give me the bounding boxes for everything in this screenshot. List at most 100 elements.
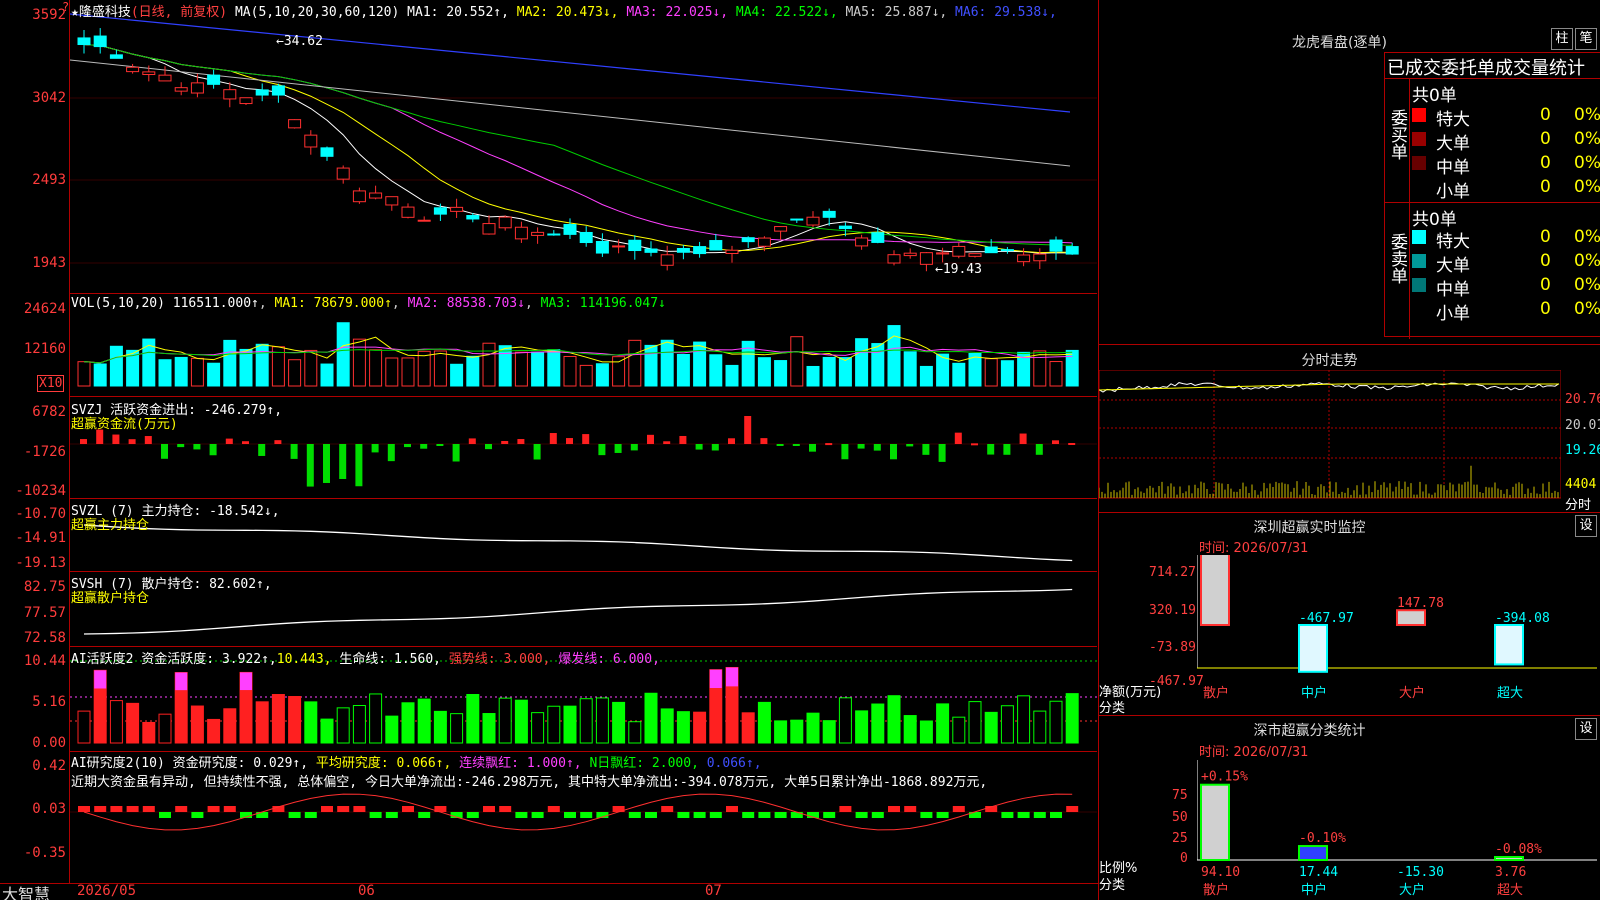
holding-line [83,588,1073,635]
tick-mode-button[interactable]: 笔 [1575,28,1597,50]
flow-bar [371,444,379,453]
class-settings-button[interactable]: 设 [1575,718,1597,740]
ma-value-1: MA1: 20.552↑, [407,5,509,20]
activity-bar [1017,695,1031,744]
volume-header: VOL(5,10,20) 116511.000↑, MA1: 78679.000… [71,296,666,311]
candle [417,219,431,222]
flow-bar [112,434,120,444]
research-bar [1033,812,1046,818]
ai-active-label: AI活跃度2 资金活跃度: 3.922↑, [71,652,277,667]
intraday-axis-label: 19.26 [1565,443,1600,458]
volume-bar [984,358,998,387]
monitor-bar [1494,624,1524,666]
flow-bar [825,443,833,446]
candle [968,253,982,257]
price-header: ★隆盛科技(日线, 前复权) MA(5,10,20,30,60,120) MA1… [71,1,1057,20]
order-color-swatch [1412,156,1426,170]
candle [401,206,415,218]
monitor-bar [1200,555,1230,627]
research-bar [353,806,366,812]
flow-bar [857,444,865,449]
flow-bar [177,444,185,448]
vol-ma2: MA2: 88538.703↓ [407,296,525,311]
flow-bar [776,444,784,446]
ai-research-label: AI研究度2(10) 资金研究度: 0.029↑, [71,756,309,771]
svzl-sub: 超赢主力持仓 [71,518,150,533]
volume-bar [93,363,107,387]
ma-line [70,13,1071,113]
candle [255,89,269,96]
flow-bar [1003,444,1011,455]
candle [223,89,237,100]
research-bar [78,806,90,812]
period-label[interactable]: (日线, 前复权) [131,5,227,20]
volume-bar [725,364,739,387]
research-bar [288,812,301,818]
svzj-axis-label: 6782 [32,404,66,420]
activity-bar [693,711,707,744]
candle [271,85,285,96]
intraday-chart[interactable] [1099,370,1561,510]
candle [757,237,771,247]
order-type-label: 中单 [1436,158,1470,178]
ai-active-v5: 爆发线: 6.000, [558,652,660,667]
order-row: 特大 0 0% [1412,227,1600,252]
flow-bar [404,444,411,448]
research-bar [677,812,690,818]
activity-bar [660,708,674,744]
order-percent: 0% [1574,105,1600,125]
volume-bar [482,342,496,387]
volume-bar [1000,360,1014,387]
activity-bar [482,713,496,744]
candle [1033,253,1047,262]
activity-bar [352,705,366,744]
flow-bar [323,444,330,483]
order-color-swatch [1412,132,1426,146]
research-bar [207,806,220,812]
bar-mode-button[interactable]: 柱 [1551,28,1573,50]
class-axis-label: 75 [1172,788,1188,803]
ai-active-v4: 强势线: 3.000, [448,652,551,667]
intraday-axis-label: 20.76 [1565,392,1600,407]
ma-value-6: MA6: 29.538↓, [947,5,1057,20]
volume-bar [417,350,431,387]
candle [838,225,852,230]
research-bar [661,806,674,812]
candle [1000,249,1014,252]
research-bar [564,812,576,818]
candle [352,190,366,203]
activity-bar [936,703,950,744]
activity-bar [903,715,917,744]
class-bar-top-value: -0.10% [1299,831,1346,846]
class-axis-label: 50 [1172,810,1188,825]
ai-research-axis-label: -0.35 [23,845,66,861]
candle [563,224,577,235]
candle [952,245,966,257]
flow-bar [225,438,233,444]
brand-logo[interactable]: 大智慧 [2,881,50,900]
volume-bar [612,356,626,387]
monitor-category: 大户 [1399,685,1425,701]
candle [628,239,642,252]
volume-bar [174,356,188,387]
intraday-axis-label: 4404 [1565,477,1597,492]
vol-value: 116511.000↑ [172,296,259,311]
activity-bar [336,707,350,744]
class-bar-bottom-value: 17.44 [1299,865,1338,880]
order-percent: 0% [1574,177,1600,197]
monitor-settings-button[interactable]: 设 [1575,515,1597,537]
volume-bar [352,338,366,387]
activity-bar [887,695,901,744]
svsh-axis-label: 82.75 [23,579,66,595]
candle [190,82,204,94]
volume-bar [288,359,302,387]
order-color-swatch [1412,230,1426,244]
activity-bar [158,713,172,744]
stock-name[interactable]: ★隆盛科技 [71,5,131,20]
price-panel[interactable] [70,0,1097,294]
monitor-axis-label: 714.27 [1149,565,1196,580]
activity-bar [757,701,771,744]
ai-research-avg: 平均研究度: 0.066↑, [315,756,452,771]
intraday-axis-label: 20.01 [1565,418,1600,433]
intraday-axis-label: 分时 [1565,498,1592,513]
